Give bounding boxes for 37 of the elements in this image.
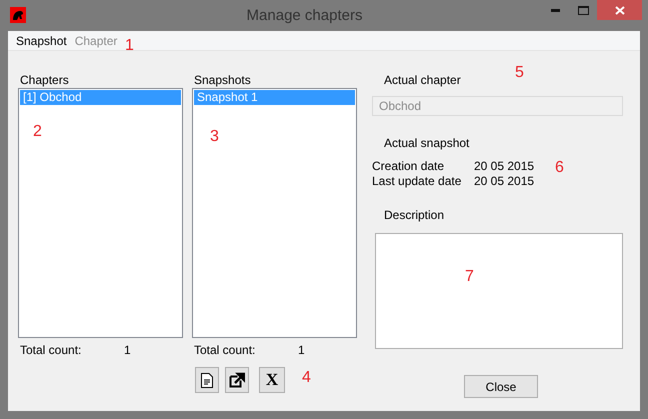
list-item[interactable]: [1] Obchod: [20, 90, 181, 105]
annotation-number: 2: [33, 123, 42, 141]
total-count-value: 1: [298, 343, 305, 357]
annotation-number: 4: [302, 369, 311, 387]
description-field[interactable]: [375, 233, 623, 349]
date-value: 20 05 2015: [474, 159, 534, 174]
annotation-number: 5: [515, 64, 524, 82]
chapter-field[interactable]: Obchod: [372, 96, 623, 116]
menu-item[interactable]: Snapshot: [12, 34, 71, 48]
close-button[interactable]: [597, 0, 642, 20]
annotation-number: 7: [465, 268, 474, 286]
app-icon: [10, 7, 26, 23]
maximize-icon: [578, 6, 588, 14]
date-value: 20 05 2015: [474, 174, 534, 189]
field-label: Last update date: [372, 174, 462, 189]
document-icon: [201, 372, 213, 388]
total-count-value: 1: [124, 343, 131, 357]
annotation-number: 3: [210, 128, 219, 146]
delete-button[interactable]: X: [259, 367, 285, 393]
document-icon-button[interactable]: [195, 367, 219, 393]
field-label: Creation date: [372, 159, 446, 174]
close-dialog-button[interactable]: Close: [464, 375, 538, 398]
window-title: Manage chapters: [246, 7, 364, 24]
section-label: Description: [384, 208, 446, 224]
close-icon: [614, 6, 624, 14]
section-label: Actual snapshot: [384, 136, 470, 152]
total-count-label: Total count:: [194, 343, 256, 357]
annotation-number: 1: [125, 37, 134, 55]
export-icon-button[interactable]: [225, 367, 249, 393]
total-count-label: Total count:: [20, 343, 82, 357]
list-label: Chapters: [20, 73, 70, 89]
annotation-number: 6: [555, 159, 564, 177]
list-label: Snapshots: [194, 73, 252, 89]
export-icon: [229, 372, 245, 388]
section-label: Actual chapter: [384, 73, 462, 89]
minimize-icon: [550, 8, 560, 12]
list-item[interactable]: Snapshot 1: [194, 90, 355, 105]
